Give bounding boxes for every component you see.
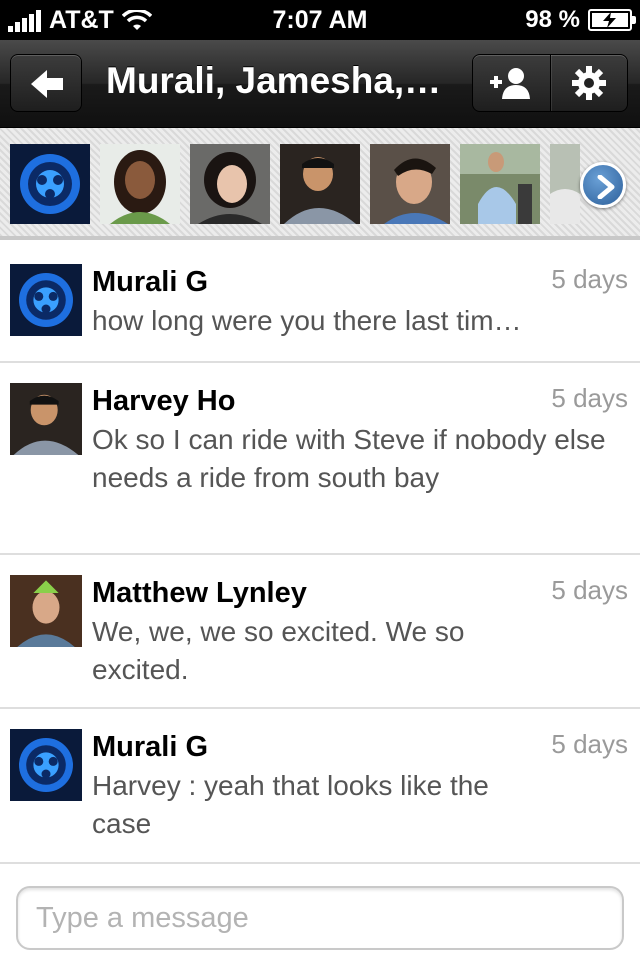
settings-button[interactable] [549,55,628,111]
sender-name: Murali G [92,731,209,763]
conversation-title: Murali, Jamesha,… [106,60,442,101]
chevron-right-icon [597,175,615,199]
participant-avatar[interactable] [550,144,580,224]
participant-avatar[interactable] [460,144,540,224]
sender-name: Matthew Lynley [92,577,307,609]
message-text: Ok so I can ride with Steve if nobody el… [92,424,606,493]
compose-bar [0,864,640,960]
gear-icon [571,66,606,100]
add-participant-button[interactable] [473,55,550,111]
sender-name: Murali G [92,266,209,298]
message-item[interactable]: Murali G 5 days how long were you there … [0,244,640,363]
battery-percent: 98 % [525,6,580,33]
message-time: 5 days [551,383,628,413]
sender-name: Harvey Ho [92,385,236,417]
status-bar: AT&T 7:07 AM 98 % [0,0,640,40]
back-arrow-icon [31,70,63,98]
message-input[interactable] [16,886,624,950]
message-time: 5 days [551,575,628,605]
message-item[interactable]: Harvey Ho 5 days Ok so I can ride with S… [0,363,640,555]
sender-avatar [10,383,82,455]
message-time: 5 days [551,729,628,759]
nav-actions [472,54,628,112]
participant-avatar[interactable] [190,144,270,224]
status-right: 98 % [525,6,636,34]
participant-avatar[interactable] [100,144,180,224]
back-button[interactable] [10,54,82,112]
message-item[interactable]: Matthew Lynley 5 days We, we, we so exci… [0,555,640,709]
participant-avatar[interactable] [280,144,360,224]
participant-avatar[interactable] [370,144,450,224]
sender-avatar [10,575,82,647]
battery-icon [588,9,636,31]
message-item[interactable]: Murali G 5 days Harvey : yeah that looks… [0,709,640,864]
message-time: 5 days [551,264,628,294]
sender-avatar [10,729,82,801]
nav-bar: Murali, Jamesha,… [0,40,640,128]
add-person-icon [490,68,531,99]
message-text: how long were you there last tim… [92,305,522,336]
more-participants-button[interactable] [580,162,626,208]
participant-strip [0,128,640,240]
sender-avatar [10,264,82,336]
message-list: Murali G 5 days how long were you there … [0,244,640,864]
message-text: Harvey : yeah that looks like the case [92,770,489,839]
participant-avatar[interactable] [10,144,90,224]
message-text: We, we, we so excited. We so excited. [92,616,465,685]
